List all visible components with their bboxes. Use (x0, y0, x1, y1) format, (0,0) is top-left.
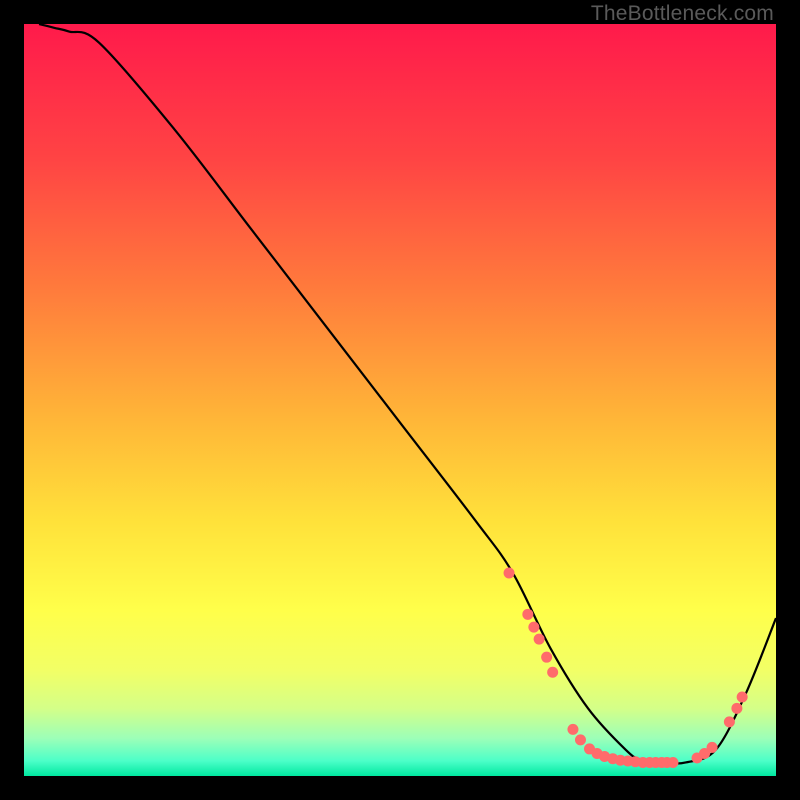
attribution-text: TheBottleneck.com (591, 2, 774, 26)
highlight-point (504, 567, 515, 578)
highlight-point (724, 716, 735, 727)
highlight-point (707, 742, 718, 753)
highlight-point (541, 652, 552, 663)
highlight-point (547, 667, 558, 678)
highlight-point (534, 634, 545, 645)
highlight-point (575, 734, 586, 745)
highlight-point (731, 703, 742, 714)
highlight-point (737, 692, 748, 703)
highlight-point (528, 622, 539, 633)
highlight-point (522, 609, 533, 620)
chart-svg (24, 24, 776, 776)
highlight-point (667, 757, 678, 768)
gradient-background (24, 24, 776, 776)
highlight-point (567, 724, 578, 735)
chart-plot-area (24, 24, 776, 776)
